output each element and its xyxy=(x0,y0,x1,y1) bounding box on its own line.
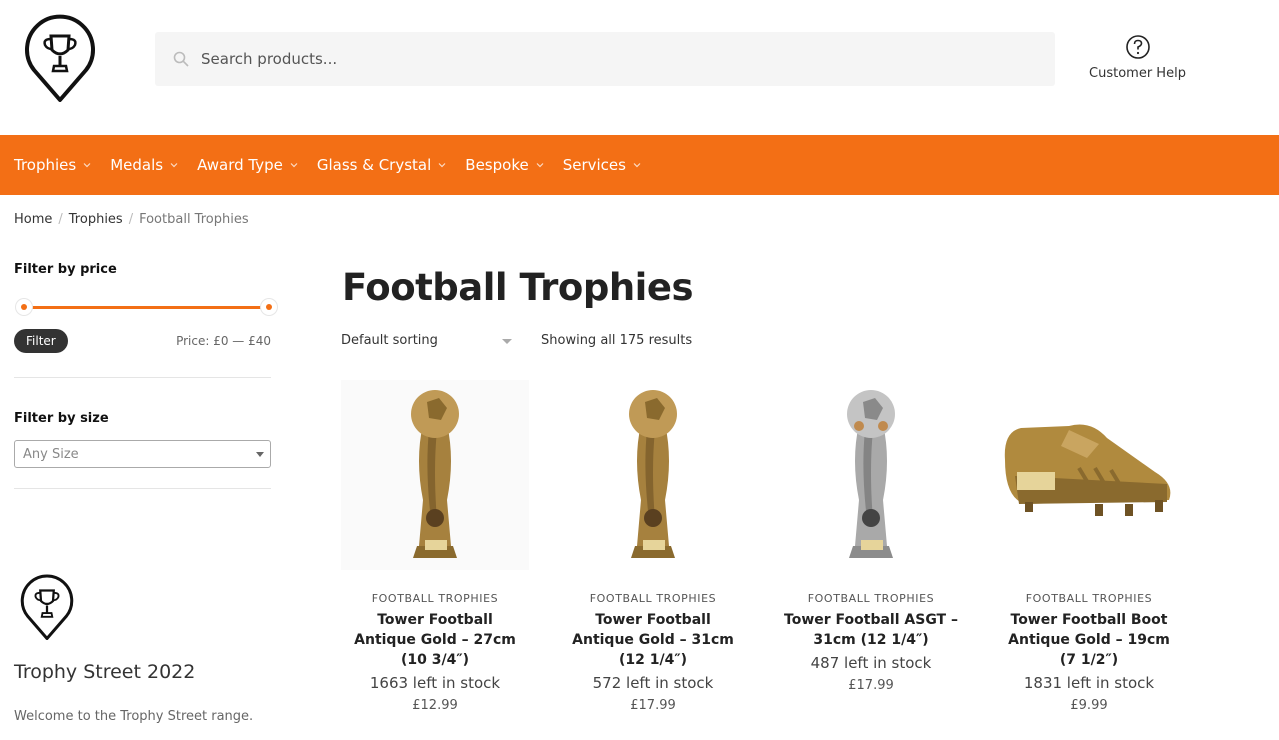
nav-item-bespoke[interactable]: Bespoke xyxy=(465,156,544,174)
product-card[interactable]: FOOTBALL TROPHIES Tower Football ASGT – … xyxy=(777,380,965,693)
nav-item-label: Award Type xyxy=(197,156,283,174)
help-circle-icon xyxy=(1125,35,1150,59)
result-count: Showing all 175 results xyxy=(541,333,693,348)
price-filter-title: Filter by price xyxy=(14,262,117,277)
nav-item-label: Trophies xyxy=(14,156,77,174)
chevron-down-icon xyxy=(438,163,446,168)
sorting-value: Default sorting xyxy=(341,333,438,348)
nav-item-trophies[interactable]: Trophies xyxy=(14,156,91,174)
chevron-down-icon xyxy=(170,163,178,168)
sidebar: Filter by price Filter Price: £0 — £40 F… xyxy=(14,262,277,489)
product-category: FOOTBALL TROPHIES xyxy=(807,592,935,605)
nav-item-label: Bespoke xyxy=(465,156,529,174)
slider-min-handle[interactable] xyxy=(16,299,32,315)
product-price: £9.99 xyxy=(1070,698,1108,713)
nav-item-award-type[interactable]: Award Type xyxy=(197,156,298,174)
chevron-down-icon xyxy=(83,163,91,168)
price-range-slider[interactable] xyxy=(14,295,277,319)
stock-count: 1663 left in stock xyxy=(369,674,501,692)
search-icon xyxy=(173,51,189,67)
product-category: FOOTBALL TROPHIES xyxy=(371,592,499,605)
price-range-label: Price: £0 — £40 xyxy=(176,334,271,348)
breadcrumb-trophies[interactable]: Trophies xyxy=(69,212,123,227)
chevron-down-icon xyxy=(536,163,544,168)
slider-max-handle[interactable] xyxy=(261,299,277,315)
chevron-down-icon xyxy=(633,163,641,168)
product-name[interactable]: Tower Football ASGT – 31cm (12 1/4″) xyxy=(777,610,965,650)
divider xyxy=(14,488,271,489)
stock-count: 572 left in stock xyxy=(592,674,714,692)
size-filter-title: Filter by size xyxy=(14,411,109,426)
site-header: Customer Help xyxy=(0,0,1279,135)
product-price: £17.99 xyxy=(848,678,894,693)
search-bar[interactable] xyxy=(155,32,1055,86)
breadcrumb-separator: / xyxy=(58,212,63,227)
nav-item-services[interactable]: Services xyxy=(563,156,641,174)
chevron-down-icon xyxy=(290,163,298,168)
product-card[interactable]: FOOTBALL TROPHIES Tower Football Antique… xyxy=(559,380,747,713)
product-name[interactable]: Tower Football Boot Antique Gold – 19cm … xyxy=(995,610,1183,670)
nav-item-label: Services xyxy=(562,156,626,174)
sorting-select[interactable]: Default sorting xyxy=(341,333,516,348)
customer-help-label: Customer Help xyxy=(1089,66,1186,81)
product-price: £17.99 xyxy=(630,698,676,713)
size-select[interactable]: Any Size xyxy=(14,440,271,468)
main-navigation: Trophies Medals Award Type Glass & Cryst… xyxy=(0,135,1279,195)
brand-title: Trophy Street 2022 xyxy=(14,661,196,683)
nav-item-medals[interactable]: Medals xyxy=(110,156,178,174)
caret-down-icon xyxy=(502,339,512,344)
product-name[interactable]: Tower Football Antique Gold – 27cm (10 3… xyxy=(341,610,529,670)
product-price: £12.99 xyxy=(412,698,458,713)
breadcrumb-separator: / xyxy=(128,212,134,227)
slider-track xyxy=(24,306,269,309)
price-filter-row: Filter Price: £0 — £40 xyxy=(14,327,271,357)
product-card[interactable]: FOOTBALL TROPHIES Tower Football Boot An… xyxy=(995,380,1183,713)
nav-item-glass-crystal[interactable]: Glass & Crystal xyxy=(317,156,446,174)
product-category: FOOTBALL TROPHIES xyxy=(1025,592,1153,605)
search-input[interactable] xyxy=(201,32,1041,86)
caret-down-icon xyxy=(256,452,264,457)
nav-item-label: Glass & Crystal xyxy=(316,156,432,174)
breadcrumb: Home / Trophies / Football Trophies xyxy=(14,212,249,227)
product-image-gold-football-tower-trophy[interactable] xyxy=(559,380,747,570)
trophy-logo-icon[interactable] xyxy=(24,14,96,102)
trophy-logo-icon xyxy=(20,574,74,640)
product-image-gold-football-boot-trophy[interactable] xyxy=(995,380,1183,570)
product-image-silver-gold-football-tower-trophy[interactable] xyxy=(777,380,965,570)
product-name[interactable]: Tower Football Antique Gold – 31cm (12 1… xyxy=(559,610,747,670)
breadcrumb-current: Football Trophies xyxy=(139,212,249,227)
divider xyxy=(14,377,271,378)
customer-help-link[interactable]: Customer Help xyxy=(1080,34,1195,82)
stock-count: 1831 left in stock xyxy=(1023,674,1155,692)
brand-text: Welcome to the Trophy Street range. xyxy=(14,709,254,724)
filter-button[interactable]: Filter xyxy=(14,329,68,353)
size-select-value: Any Size xyxy=(23,447,79,462)
product-category: FOOTBALL TROPHIES xyxy=(589,592,717,605)
page-title: Football Trophies xyxy=(342,266,693,309)
product-card[interactable]: FOOTBALL TROPHIES Tower Football Antique… xyxy=(341,380,529,713)
nav-item-label: Medals xyxy=(110,156,164,174)
stock-count: 487 left in stock xyxy=(810,654,932,672)
breadcrumb-home[interactable]: Home xyxy=(14,212,52,227)
product-image-gold-football-tower-trophy[interactable] xyxy=(341,380,529,570)
